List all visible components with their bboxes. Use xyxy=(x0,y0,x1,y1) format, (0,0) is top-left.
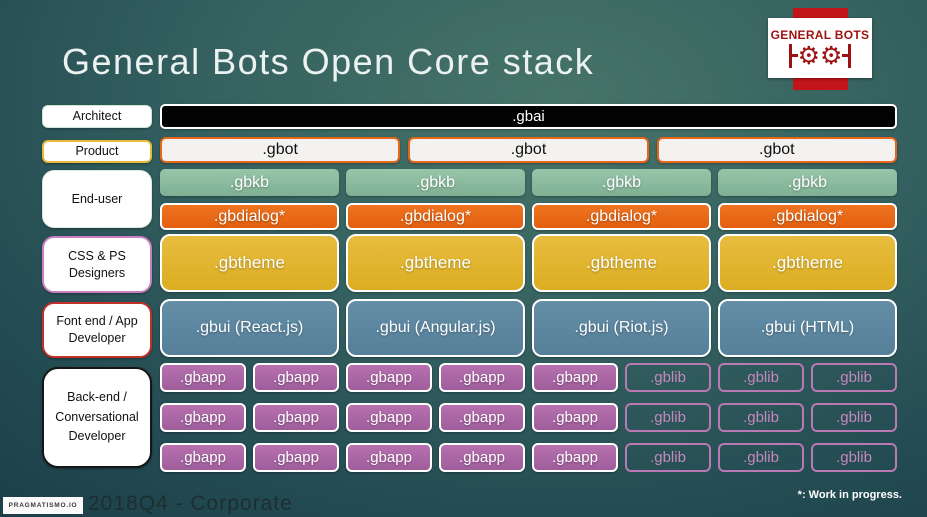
gbtheme-row: .gbtheme .gbtheme .gbtheme .gbtheme xyxy=(160,234,897,292)
gbapp-box: .gbapp xyxy=(439,403,525,432)
gbot-box: .gbot xyxy=(160,137,401,163)
gbapp-box: .gbapp xyxy=(346,443,432,472)
gbapp-box: .gbapp xyxy=(439,443,525,472)
gbapp-box: .gbapp xyxy=(439,363,525,392)
gbkb-row: .gbkb .gbkb .gbkb .gbkb xyxy=(160,169,897,196)
gbapp-box: .gbapp xyxy=(346,363,432,392)
gbapp-box: .gbapp xyxy=(532,363,618,392)
backend-row-3: .gbapp .gbapp .gbapp .gbapp .gbapp .gbli… xyxy=(160,443,897,472)
gbui-row: .gbui (React.js) .gbui (Angular.js) .gbu… xyxy=(160,299,897,357)
gblib-box: .gblib xyxy=(625,403,711,432)
gbai-box: .gbai xyxy=(160,104,897,129)
gbapp-box: .gbapp xyxy=(532,443,618,472)
gbdialog-box: .gbdialog* xyxy=(160,203,339,230)
pragmatismo-logo: PRAGMATISMO.IO xyxy=(3,497,83,514)
gbtheme-box: .gbtheme xyxy=(718,234,897,292)
gbdialog-row: .gbdialog* .gbdialog* .gbdialog* .gbdial… xyxy=(160,203,897,230)
page-title: General Bots Open Core stack xyxy=(62,41,595,82)
gbkb-box: .gbkb xyxy=(532,169,711,196)
gbui-html-box: .gbui (HTML) xyxy=(718,299,897,357)
backend-row-2: .gbapp .gbapp .gbapp .gbapp .gbapp .gbli… xyxy=(160,403,897,432)
gbot-row: .gbot .gbot .gbot xyxy=(160,137,897,163)
gbapp-box: .gbapp xyxy=(253,443,339,472)
gbot-box: .gbot xyxy=(408,137,649,163)
gbapp-box: .gbapp xyxy=(253,403,339,432)
backend-row-1: .gbapp .gbapp .gbapp .gbapp .gbapp .gbli… xyxy=(160,363,897,392)
gbapp-box: .gbapp xyxy=(532,403,618,432)
gbtheme-box: .gbtheme xyxy=(346,234,525,292)
footer-caption: 2018Q4 - Corporate xyxy=(88,492,293,515)
gbot-box: .gbot xyxy=(656,137,897,163)
gbtheme-box: .gbtheme xyxy=(532,234,711,292)
brand-logo-text: GENERAL BOTS xyxy=(770,27,870,42)
gbui-riot-box: .gbui (Riot.js) xyxy=(532,299,711,357)
gbdialog-box: .gbdialog* xyxy=(346,203,525,230)
gbkb-box: .gbkb xyxy=(160,169,339,196)
work-in-progress-footnote: *: Work in progress. xyxy=(797,489,902,501)
gbui-react-box: .gbui (React.js) xyxy=(160,299,339,357)
role-label-end-user: End-user xyxy=(42,170,152,228)
role-label-frontend-app-developer: Font end / App Developer xyxy=(42,302,152,358)
gblib-box: .gblib xyxy=(625,363,711,392)
role-label-architect: Architect xyxy=(42,105,152,128)
gbkb-box: .gbkb xyxy=(718,169,897,196)
gbtheme-box: .gbtheme xyxy=(160,234,339,292)
gbui-angular-box: .gbui (Angular.js) xyxy=(346,299,525,357)
slide-canvas: General Bots Open Core stack GENERAL BOT… xyxy=(0,0,927,517)
gblib-box: .gblib xyxy=(811,403,897,432)
gbapp-box: .gbapp xyxy=(160,363,246,392)
gear-icon: ⚙ xyxy=(820,41,843,70)
gbapp-box: .gbapp xyxy=(346,403,432,432)
gear-icon: ⚙ xyxy=(797,41,820,70)
gbkb-box: .gbkb xyxy=(346,169,525,196)
gblib-box: .gblib xyxy=(718,443,804,472)
gblib-box: .gblib xyxy=(811,443,897,472)
gear-frame-right-icon xyxy=(848,43,852,68)
gears-icon: ⚙ ⚙ xyxy=(788,41,852,70)
gblib-box: .gblib xyxy=(718,403,804,432)
gblib-box: .gblib xyxy=(718,363,804,392)
gblib-box: .gblib xyxy=(811,363,897,392)
gbapp-box: .gbapp xyxy=(253,363,339,392)
gbapp-box: .gbapp xyxy=(160,403,246,432)
gbapp-box: .gbapp xyxy=(160,443,246,472)
gblib-box: .gblib xyxy=(625,443,711,472)
brand-logo: GENERAL BOTS ⚙ ⚙ xyxy=(768,18,872,78)
role-label-backend-conversational-developer: Back-end / Conversational Developer xyxy=(42,367,152,468)
role-label-product: Product xyxy=(42,140,152,163)
gbai-row: .gbai xyxy=(160,104,897,129)
gbdialog-box: .gbdialog* xyxy=(532,203,711,230)
gbdialog-box: .gbdialog* xyxy=(718,203,897,230)
role-label-css-ps-designers: CSS & PS Designers xyxy=(42,236,152,293)
